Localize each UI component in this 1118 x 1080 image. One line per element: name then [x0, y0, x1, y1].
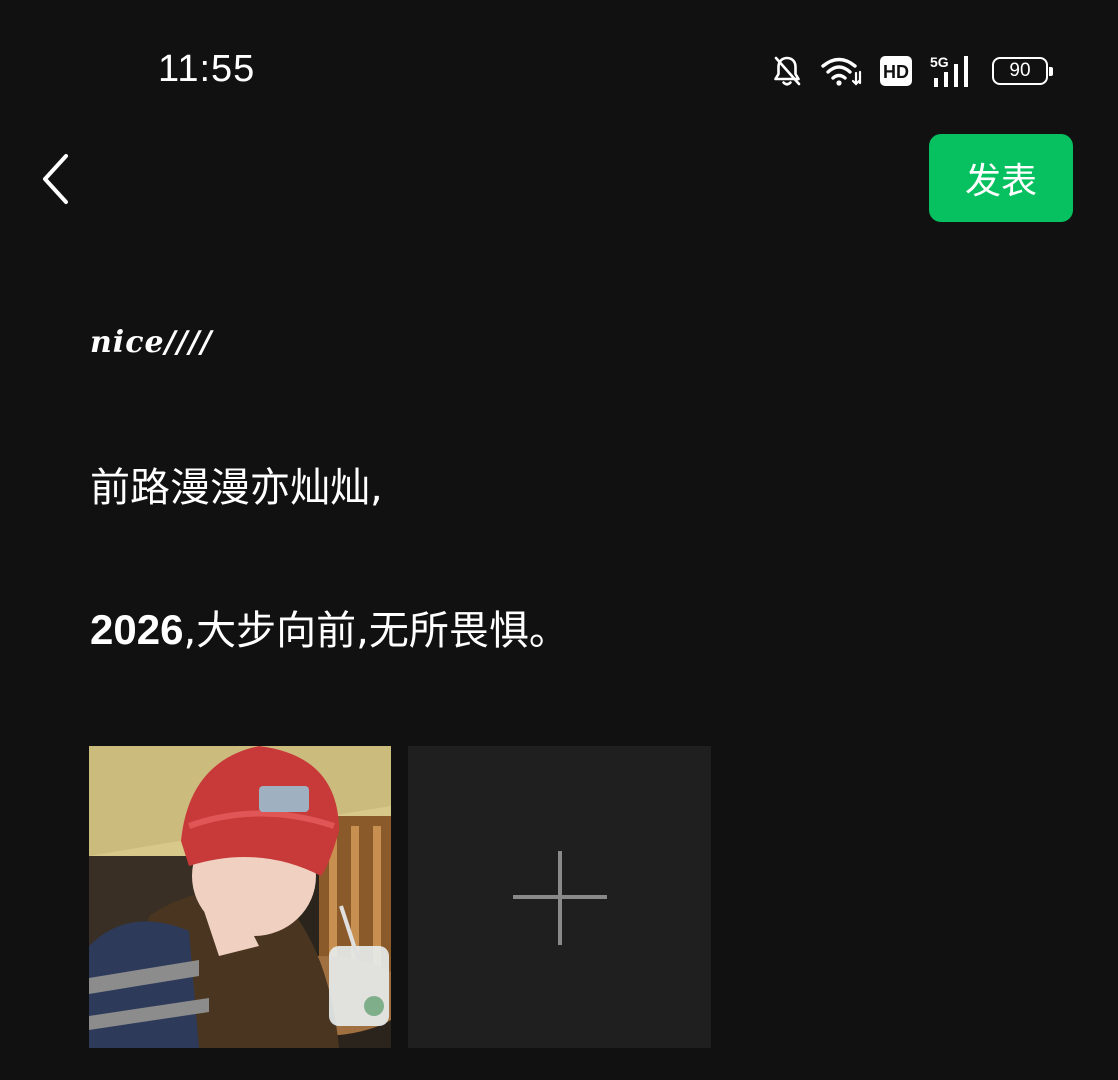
post-year: 2026	[90, 606, 184, 653]
decor-text: nice////	[90, 325, 213, 360]
hd-icon: HD	[880, 56, 912, 86]
publish-button[interactable]: 发表	[929, 134, 1073, 222]
post-line-1: 前路漫漫亦灿灿,	[90, 465, 383, 511]
wifi-icon	[820, 55, 862, 87]
add-photo-button[interactable]	[408, 746, 711, 1048]
bell-off-icon	[772, 54, 802, 88]
signal-5g-icon: 5G	[930, 54, 974, 88]
chevron-left-icon	[43, 154, 68, 204]
hd-label: HD	[883, 62, 909, 82]
network-label: 5G	[930, 54, 949, 70]
back-button[interactable]	[34, 148, 82, 210]
status-time: 11:55	[158, 48, 256, 90]
battery-icon: 90	[992, 57, 1053, 85]
photo-thumbnail[interactable]	[89, 746, 391, 1048]
post-line-2: 2026,大步向前,无所畏惧。	[90, 598, 569, 656]
status-icons: HD 5G 90	[772, 52, 1053, 90]
post-line-2-text: ,大步向前,无所畏惧。	[183, 608, 569, 654]
